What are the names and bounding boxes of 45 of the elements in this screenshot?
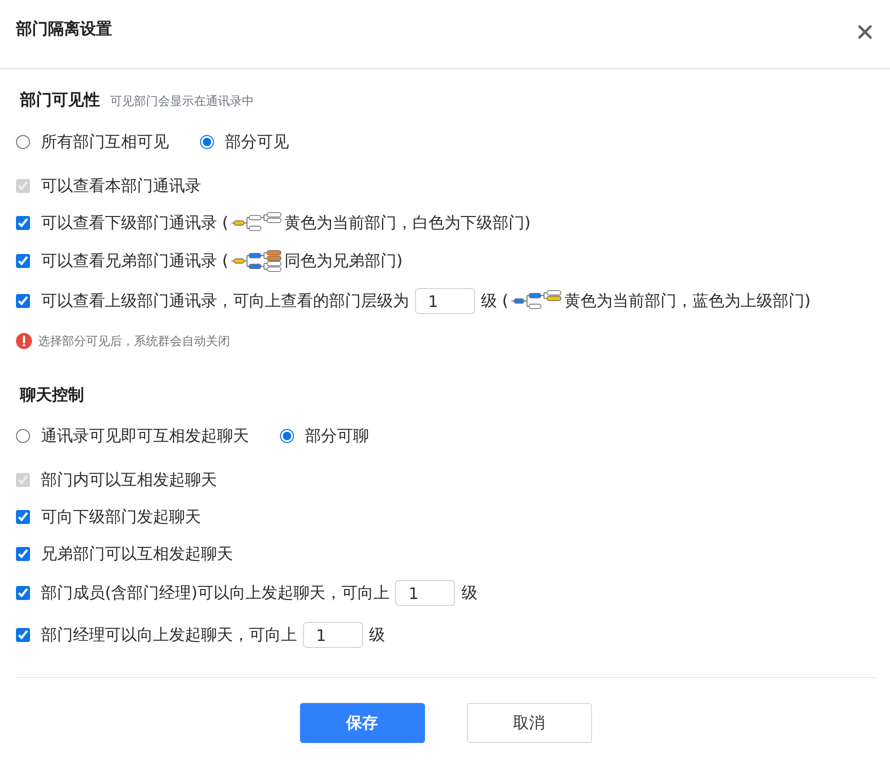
save-button[interactable]: 保存 [300,703,424,743]
legend-text: 黄色为当前部门，蓝色为上级部门) [564,291,811,311]
level-input[interactable]: 1 [303,622,363,648]
checkbox[interactable] [16,294,30,308]
section-hint: 可见部门会显示在通讯录中 [110,93,254,110]
option-label: 可以查看本部门通讯录 [41,176,201,196]
option-label: 可以查看上级部门通讯录，可向上查看的部门层级为 [41,291,409,311]
checkbox[interactable] [16,546,30,560]
option-label: 兄弟部门可以互相发起聊天 [41,544,233,564]
radio-label[interactable]: 部分可聊 [305,426,369,446]
unit-label: 级 ( [481,291,508,311]
dialog-title: 部门隔离设置 [16,19,112,39]
radio-label[interactable]: 所有部门互相可见 [41,132,169,152]
option-label: 可以查看兄弟部门通讯录 ( [41,251,228,271]
unit-label: 级 [369,625,385,645]
org-tree-icon [511,290,564,312]
warning-text: 选择部分可见后，系统群会自动关闭 [38,333,230,349]
close-icon[interactable] [858,25,872,39]
option-label: 可以查看下级部门通讯录 ( [41,213,228,233]
radio-button[interactable] [16,429,30,443]
radio-label[interactable]: 通讯录可见即可互相发起聊天 [41,426,249,446]
unit-label: 级 [461,583,478,603]
option-label: 部门经理可以向上发起聊天，可向上 [41,625,297,645]
org-tree-icon [231,250,284,272]
radio-label[interactable]: 部分可见 [225,132,289,152]
checkbox[interactable] [16,510,30,524]
level-input[interactable]: 1 [395,580,456,606]
radio-button[interactable] [200,135,214,149]
org-tree-icon [231,212,284,234]
option-label: 可向下级部门发起聊天 [41,506,201,526]
radio-button[interactable] [280,429,294,443]
checkbox[interactable] [16,586,30,600]
option-label: 部门成员(含部门经理)可以向上发起聊天，可向上 [41,583,390,603]
section-title: 聊天控制 [20,385,84,405]
checkbox[interactable] [16,254,30,268]
warning-icon [16,333,32,349]
section-title: 部门可见性 [20,90,100,110]
radio-button[interactable] [16,135,30,149]
option-label: 部门内可以互相发起聊天 [41,470,217,490]
cancel-button[interactable]: 取消 [466,703,592,743]
level-input[interactable]: 1 [415,288,475,314]
legend-text: 黄色为当前部门，白色为下级部门) [284,213,531,233]
checkbox[interactable] [16,628,30,642]
legend-text: 同色为兄弟部门) [284,251,403,271]
checkbox[interactable] [16,216,30,230]
